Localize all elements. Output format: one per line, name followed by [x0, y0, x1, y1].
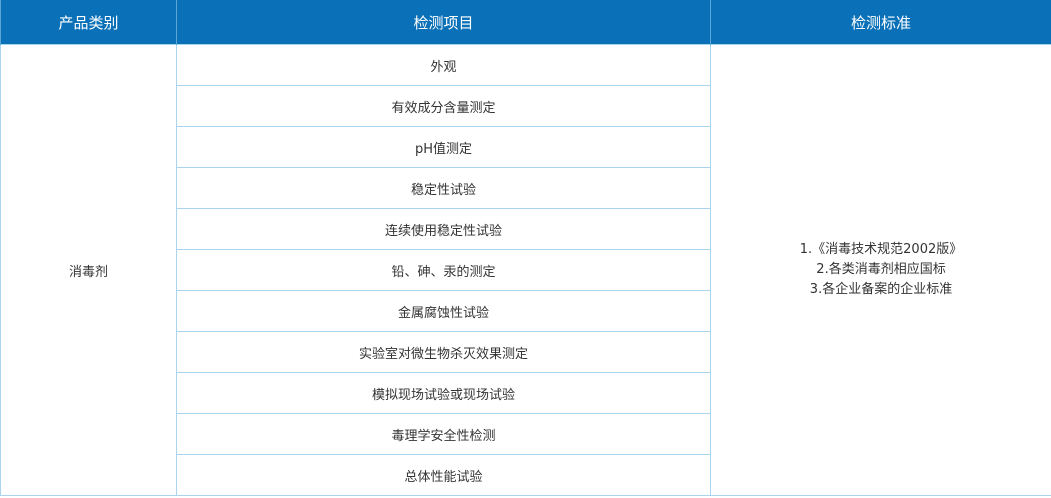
test-item-cell: 金属腐蚀性试验: [176, 290, 711, 332]
standard-item: 3.各企业备案的企业标准: [809, 282, 953, 297]
test-item-cell: 外观: [176, 44, 711, 86]
header-test-items: 检测项目: [176, 0, 711, 45]
header-product-category: 产品类别: [0, 0, 177, 45]
table-header: 产品类别 检测项目 检测标准: [0, 0, 1051, 45]
test-item-cell: 毒理学安全性检测: [176, 413, 711, 455]
test-item-cell: 稳定性试验: [176, 167, 711, 209]
test-item-cell: 连续使用稳定性试验: [176, 208, 711, 250]
standards-list: 1.《消毒技术规范2002版》 2.各类消毒剂相应国标 3.各企业备案的企业标准: [711, 240, 1051, 300]
header-row: 产品类别 检测项目 检测标准: [0, 0, 1051, 45]
category-cell: 消毒剂: [0, 44, 177, 496]
test-item-cell: 实验室对微生物杀灭效果测定: [176, 331, 711, 373]
test-item-cell: pH值测定: [176, 126, 711, 168]
table-row: 消毒剂 外观 1.《消毒技术规范2002版》 2.各类消毒剂相应国标 3.各企业…: [0, 44, 1051, 496]
standard-item: 2.各类消毒剂相应国标: [816, 262, 946, 277]
inspection-table: 产品类别 检测项目 检测标准 消毒剂 外观 1.《消毒技术规范2002版》 2.…: [0, 0, 1051, 496]
standard-item: 1.《消毒技术规范2002版》: [799, 242, 963, 257]
table-body: 消毒剂 外观 1.《消毒技术规范2002版》 2.各类消毒剂相应国标 3.各企业…: [0, 44, 1051, 496]
test-item-cell: 模拟现场试验或现场试验: [176, 372, 711, 414]
header-test-standards: 检测标准: [710, 0, 1051, 45]
test-item-cell: 铅、砷、汞的测定: [176, 249, 711, 291]
test-item-cell: 总体性能试验: [176, 454, 711, 496]
standards-cell: 1.《消毒技术规范2002版》 2.各类消毒剂相应国标 3.各企业备案的企业标准: [710, 44, 1051, 496]
test-item-cell: 有效成分含量测定: [176, 85, 711, 127]
